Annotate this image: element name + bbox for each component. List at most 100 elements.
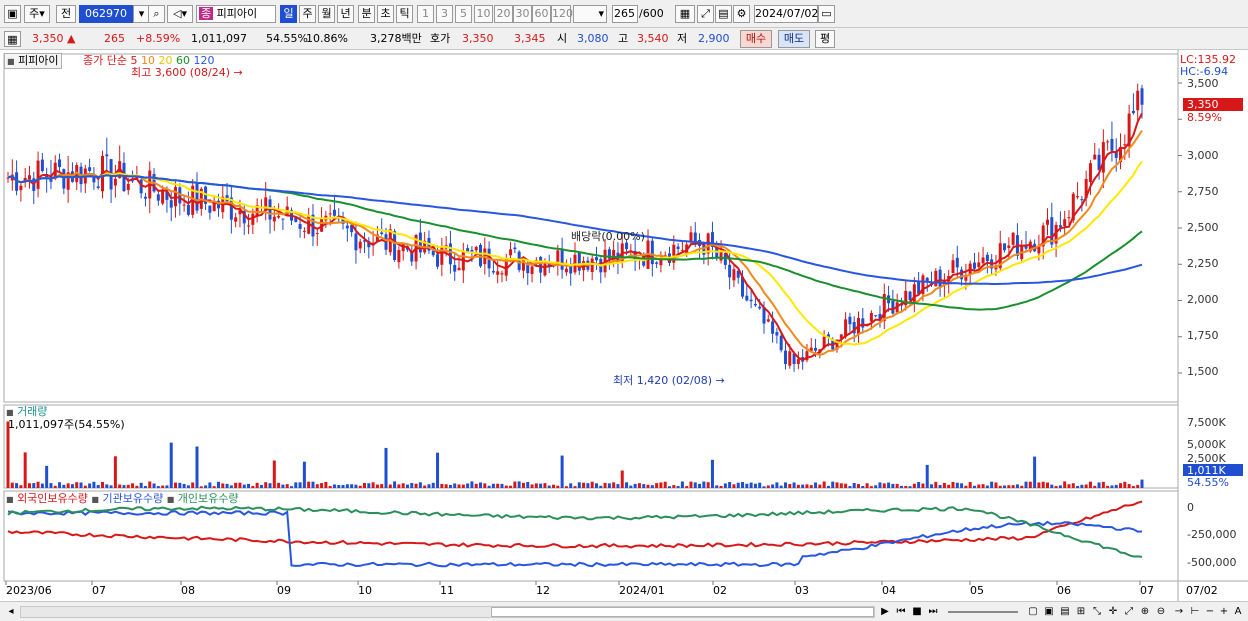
chart-area[interactable]: ■ 피피아이 종가 단순 5 10 20 60 120 최고 3,600 (08… — [0, 50, 1248, 601]
plus-icon[interactable]: + — [1218, 605, 1230, 619]
save-icon[interactable]: ▤ — [715, 5, 732, 23]
interval-20[interactable]: 20 — [494, 5, 513, 23]
prev-button[interactable]: 전 — [56, 5, 76, 23]
volume-bar — [1033, 456, 1037, 488]
tab-week[interactable]: 주 — [299, 5, 316, 23]
volume-bar — [728, 481, 732, 488]
text-tool-icon[interactable]: ⊖ — [1154, 605, 1168, 619]
tab-second[interactable]: 초 — [377, 5, 394, 23]
volume-bar — [92, 481, 96, 488]
interval-1[interactable]: 1 — [417, 5, 434, 23]
date-input[interactable]: 2024/07/02 — [754, 5, 818, 23]
volume-bar — [977, 484, 981, 488]
buy-button[interactable]: 매수 — [740, 30, 772, 48]
stock-code-input[interactable]: 062970 — [79, 5, 133, 23]
sell-button[interactable]: 매도 — [778, 30, 810, 48]
volume-bar — [384, 447, 388, 488]
magnet-tool-icon[interactable]: ⊕ — [1138, 605, 1152, 619]
volume-bar — [865, 483, 869, 488]
chart-type-icon[interactable]: ▦ — [675, 5, 695, 23]
volume-bar — [70, 484, 74, 488]
volume-bar — [1123, 481, 1127, 488]
candle-body — [560, 248, 564, 270]
tab-month[interactable]: 월 — [318, 5, 335, 23]
volume-current-pct: 54.55% — [1187, 476, 1229, 489]
volume-bar — [328, 486, 332, 488]
volume-bar — [826, 485, 830, 488]
candle-body — [848, 316, 852, 325]
candle-body — [543, 263, 547, 276]
draw-tool-icon[interactable]: ⤢ — [697, 5, 714, 23]
interval-10[interactable]: 10 — [474, 5, 493, 23]
gear-icon[interactable]: ⚙ — [733, 5, 750, 23]
candle-body — [1003, 243, 1007, 251]
zoom-icon[interactable]: ⊞ — [1074, 605, 1088, 619]
fast-forward-icon[interactable]: ⏭ — [926, 605, 940, 619]
volume-bar — [10, 482, 14, 488]
line-tool-icon[interactable]: ⤡ — [1090, 605, 1104, 619]
speaker-icon[interactable]: ◁▾ — [167, 5, 193, 23]
cross-tool-icon[interactable]: ✛ — [1106, 605, 1120, 619]
candle-body — [1063, 219, 1067, 226]
volume-bar — [839, 483, 843, 488]
candle-body — [113, 178, 117, 186]
candle-body — [448, 243, 452, 265]
candle-body — [951, 260, 955, 273]
tab-minute[interactable]: 분 — [358, 5, 375, 23]
candle-body — [234, 217, 238, 222]
volume-bar — [659, 482, 663, 488]
play-icon[interactable]: ▶ — [878, 605, 892, 619]
arrow-left-icon[interactable]: → — [1172, 605, 1186, 619]
x-label-06: 06 — [1057, 584, 1071, 597]
trend-tool-icon[interactable]: ⤢ — [1122, 605, 1136, 619]
volume-bar — [53, 485, 57, 488]
volume-bar — [809, 485, 813, 488]
volume-bar — [882, 483, 886, 488]
stock-name-tag[interactable]: ■ 피피아이 — [4, 53, 62, 69]
x-label-2024-01: 2024/01 — [619, 584, 665, 597]
interval-5[interactable]: 5 — [455, 5, 472, 23]
scrollbar-thumb[interactable] — [491, 607, 874, 617]
tab-year[interactable]: 년 — [337, 5, 354, 23]
tab-day[interactable]: 일 — [280, 5, 297, 23]
tab-tick[interactable]: 틱 — [396, 5, 413, 23]
stock-name-field[interactable]: 종 피피아이 — [196, 5, 276, 23]
grid-icon[interactable]: ▦ — [4, 31, 21, 47]
interval-30[interactable]: 30 — [513, 5, 532, 23]
chart-canvas — [3, 50, 1248, 601]
zoom-box-icon[interactable]: ▢ — [1026, 605, 1040, 619]
volume-bar — [1011, 485, 1015, 488]
count-input[interactable]: 265 — [612, 5, 638, 23]
stop-icon[interactable]: ■ — [910, 605, 924, 619]
interval-120[interactable]: 120 — [551, 5, 573, 23]
volume-bar — [1097, 482, 1101, 488]
fit-icon[interactable]: ▤ — [1058, 605, 1072, 619]
search-icon[interactable]: ⌕ — [148, 5, 165, 23]
candle-body — [453, 264, 457, 272]
minus-icon[interactable]: − — [1204, 605, 1216, 619]
speed-slider[interactable] — [948, 611, 1018, 613]
candle-body — [358, 241, 362, 249]
y-tick-2500: 2,500 — [1187, 221, 1219, 234]
type-select[interactable]: 주▾ — [24, 5, 50, 23]
volume-bar — [375, 484, 379, 488]
interval-60[interactable]: 60 — [532, 5, 551, 23]
rewind-icon[interactable]: ⏮ — [894, 605, 908, 619]
zoom-area-icon[interactable]: ▣ — [1042, 605, 1056, 619]
volume-bar — [268, 483, 272, 488]
hold-tick-500k: -500,000 — [1187, 556, 1237, 569]
candle-body — [564, 268, 568, 273]
interval-3[interactable]: 3 — [436, 5, 453, 23]
eval-button[interactable]: 평 — [815, 30, 835, 48]
window-icon[interactable]: ▣ — [4, 5, 21, 23]
scroll-left-icon[interactable]: ◂ — [4, 605, 18, 619]
volume-bar — [1054, 486, 1058, 488]
interval-custom-select[interactable]: ▾ — [573, 5, 607, 23]
cursor-icon[interactable]: ⊢ — [1188, 605, 1202, 619]
candle-body — [1093, 154, 1097, 160]
font-icon[interactable]: A — [1232, 605, 1244, 619]
volume-bar — [32, 483, 36, 488]
scrollbar-track[interactable] — [20, 606, 875, 618]
calendar-icon[interactable]: ▭ — [818, 5, 835, 23]
y-tick-1750: 1,750 — [1187, 329, 1219, 342]
